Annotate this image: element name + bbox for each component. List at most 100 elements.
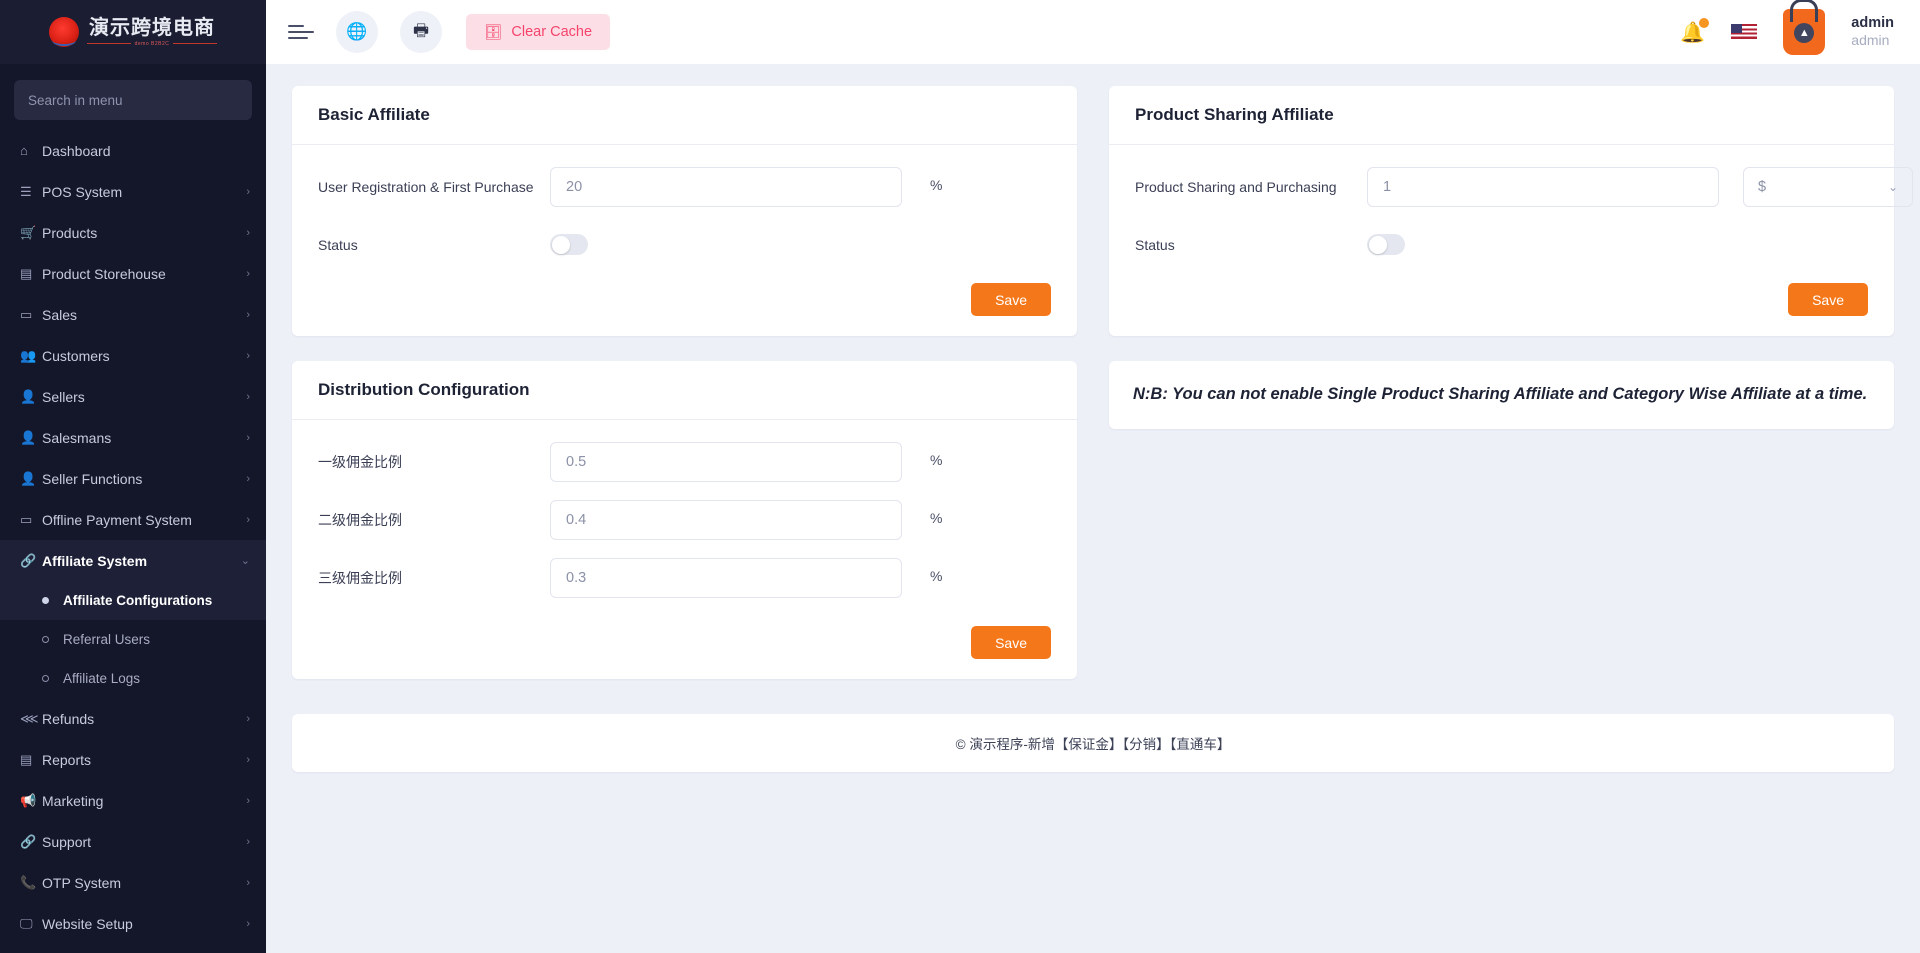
- avatar-inner-icon: ▲: [1794, 22, 1815, 43]
- avatar[interactable]: ▲: [1783, 9, 1826, 55]
- chevron-right-icon: ›: [246, 794, 250, 807]
- basic-status-row: Status: [318, 225, 1051, 255]
- bullet-icon: [42, 636, 49, 643]
- link-icon: 🔗: [20, 833, 37, 849]
- currency-select[interactable]: $ ⌄: [1743, 167, 1913, 207]
- sidebar-item-label: Salesmans: [42, 429, 112, 446]
- home-icon: ⌂: [20, 143, 28, 158]
- chevron-right-icon: ›: [246, 513, 250, 526]
- status-label: Status: [318, 237, 358, 253]
- chevron-right-icon: ›: [246, 835, 250, 848]
- product-sharing-status-toggle[interactable]: [1367, 234, 1405, 255]
- sidebar-item-sales[interactable]: ▭ Sales ›: [0, 294, 266, 335]
- app-root: 演示跨境电商 demo B2B2C Search in menu ⌂ Dashb…: [0, 0, 1920, 953]
- printer-icon[interactable]: 🖶: [400, 11, 442, 53]
- sidebar-item-label: Seller Functions: [42, 470, 143, 487]
- sidebar-item-refunds[interactable]: ⋘ Refunds ›: [0, 698, 266, 739]
- level3-commission-label: 三级佣金比例: [318, 570, 402, 586]
- clear-cache-button[interactable]: 🗄 Clear Cache: [466, 14, 611, 50]
- sidebar-item-dashboard[interactable]: ⌂ Dashboard: [0, 130, 266, 171]
- product-sharing-affiliate-card: Product Sharing Affiliate Product Sharin…: [1109, 86, 1913, 336]
- sidebar-item-product-storehouse[interactable]: ▤ Product Storehouse ›: [0, 253, 266, 294]
- product-sharing-save-button[interactable]: Save: [1788, 283, 1868, 316]
- sidebar-item-salesmans[interactable]: 👤 Salesmans ›: [0, 417, 266, 458]
- sidebar-item-label: Customers: [42, 347, 110, 364]
- footer: © 演示程序-新增【保证金】【分销】【直通车】: [292, 714, 1894, 772]
- chevron-right-icon: ›: [246, 308, 250, 321]
- monitor-icon: 🖵: [20, 915, 33, 931]
- user-icon: 👤: [20, 470, 37, 486]
- sidebar-item-affiliate-system[interactable]: 🔗 Affiliate System ⌄: [0, 540, 266, 581]
- sidebar-item-customers[interactable]: 👥 Customers ›: [0, 335, 266, 376]
- right-column: Product Sharing Affiliate Product Sharin…: [1109, 86, 1913, 429]
- product-sharing-row: Product Sharing and Purchasing $ ⌄: [1135, 167, 1913, 207]
- card-title: Basic Affiliate: [318, 105, 430, 124]
- cart-icon: 🛒: [20, 224, 37, 240]
- sidebar-item-sellers[interactable]: 👤 Sellers ›: [0, 376, 266, 417]
- sidebar-item-label: Affiliate System: [42, 552, 148, 569]
- sidebar-item-reports[interactable]: ▤ Reports ›: [0, 739, 266, 780]
- store-icon: ▤: [20, 265, 33, 281]
- user-registration-input[interactable]: [550, 167, 902, 207]
- basic-status-toggle[interactable]: [550, 234, 588, 255]
- menu-toggle-icon[interactable]: [288, 17, 314, 47]
- level1-commission-row: 一级佣金比例 %: [318, 442, 1051, 482]
- sidebar-item-label: Website Setup: [42, 915, 133, 932]
- sidebar-item-products[interactable]: 🛒 Products ›: [0, 212, 266, 253]
- distribution-save-button[interactable]: Save: [971, 626, 1051, 659]
- admin-name: admin: [1851, 15, 1894, 32]
- product-sharing-header: Product Sharing Affiliate: [1109, 86, 1894, 145]
- chevron-down-icon: ⌄: [240, 555, 250, 567]
- level2-commission-row: 二级佣金比例 %: [318, 500, 1051, 540]
- product-sharing-input[interactable]: [1367, 167, 1719, 207]
- users-icon: 👥: [20, 347, 37, 363]
- sidebar-item-offline-payment-system[interactable]: ▭ Offline Payment System ›: [0, 499, 266, 540]
- link-icon: 🔗: [20, 552, 37, 568]
- currency-value: $: [1758, 179, 1767, 195]
- page-content: Basic Affiliate User Registration & Firs…: [266, 64, 1920, 953]
- globe-icon[interactable]: 🌐: [336, 11, 378, 53]
- sidebar-item-website-setup[interactable]: 🖵 Website Setup ›: [0, 903, 266, 944]
- admin-info[interactable]: admin admin: [1851, 14, 1894, 50]
- top-bar: 🌐 🖶 🗄 Clear Cache 🔔 ▲ admin admin: [266, 0, 1920, 64]
- sidebar-item-label: OTP System: [42, 874, 122, 891]
- basic-affiliate-save-button[interactable]: Save: [971, 283, 1051, 316]
- level3-commission-row: 三级佣金比例 %: [318, 558, 1051, 598]
- notice-text: N:B: You can not enable Single Product S…: [1133, 385, 1868, 403]
- user-icon: 👤: [20, 388, 37, 404]
- us-flag-icon[interactable]: [1731, 23, 1758, 41]
- money-icon: ▭: [20, 511, 33, 527]
- sidebar-item-label: Refunds: [42, 710, 95, 727]
- basic-affiliate-header: Basic Affiliate: [292, 86, 1077, 145]
- sidebar-item-label: Sales: [42, 306, 78, 323]
- sidebar-item-pos-system[interactable]: ☰ POS System ›: [0, 171, 266, 212]
- sidebar-item-support[interactable]: 🔗 Support ›: [0, 821, 266, 862]
- admin-role: admin: [1851, 32, 1890, 49]
- level3-commission-input[interactable]: [550, 558, 902, 598]
- megaphone-icon: 📢: [20, 792, 37, 808]
- sidebar-item-otp-system[interactable]: 📞 OTP System ›: [0, 862, 266, 903]
- sidebar-logo[interactable]: 演示跨境电商 demo B2B2C: [0, 0, 266, 64]
- main-area: 🌐 🖶 🗄 Clear Cache 🔔 ▲ admin admin Basic …: [266, 0, 1920, 953]
- user-icon: 👤: [20, 429, 37, 445]
- sidebar-item-affiliate-configurations[interactable]: Affiliate Configurations: [0, 581, 266, 620]
- chevron-down-icon: ⌄: [1887, 180, 1898, 194]
- level1-commission-label: 一级佣金比例: [318, 454, 402, 470]
- sidebar-item-affiliate-logs[interactable]: Affiliate Logs: [0, 659, 266, 698]
- left-column: Basic Affiliate User Registration & Firs…: [292, 86, 1077, 704]
- level1-commission-input[interactable]: [550, 442, 902, 482]
- chevron-right-icon: ›: [246, 753, 250, 766]
- sidebar-search-input[interactable]: Search in menu: [14, 80, 252, 120]
- chevron-right-icon: ›: [246, 185, 250, 198]
- sidebar-item-seller-functions[interactable]: 👤 Seller Functions ›: [0, 458, 266, 499]
- sidebar-item-label: Reports: [42, 751, 92, 768]
- level2-commission-input[interactable]: [550, 500, 902, 540]
- bell-icon[interactable]: 🔔: [1680, 17, 1710, 45]
- card-title: Distribution Configuration: [318, 380, 530, 399]
- sidebar-item-marketing[interactable]: 📢 Marketing ›: [0, 780, 266, 821]
- product-sharing-status-row: Status: [1135, 225, 1868, 255]
- sidebar-item-referral-users[interactable]: Referral Users: [0, 620, 266, 659]
- report-icon: ▤: [20, 751, 33, 767]
- sidebar: 演示跨境电商 demo B2B2C Search in menu ⌂ Dashb…: [0, 0, 266, 953]
- status-label: Status: [1135, 237, 1175, 253]
